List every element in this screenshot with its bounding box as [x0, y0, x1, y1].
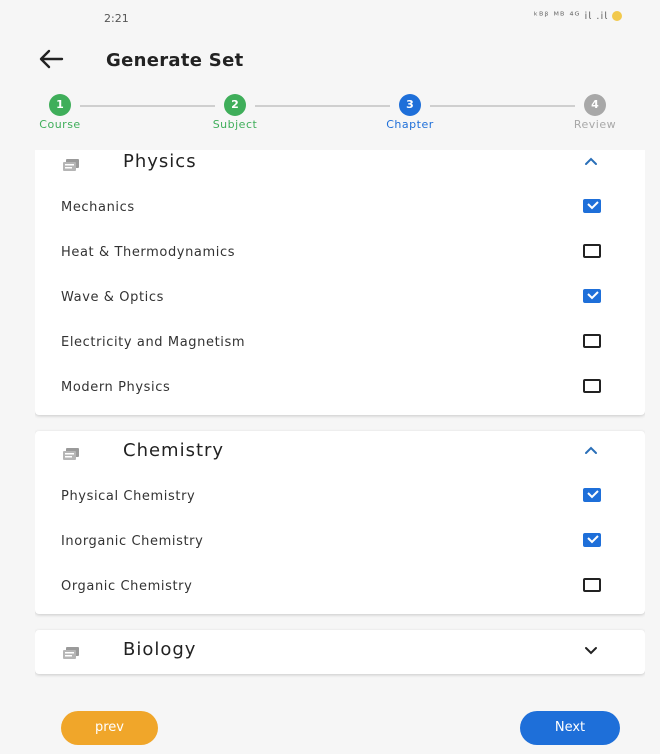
subject-header[interactable]: Physics: [35, 150, 645, 186]
book-icon: [63, 644, 79, 659]
chapter-checkbox[interactable]: [583, 578, 601, 592]
chapter-row[interactable]: Heat & Thermodynamics: [35, 231, 645, 276]
book-icon: [63, 156, 79, 171]
book-icon: [63, 445, 79, 460]
chapter-row[interactable]: Physical Chemistry: [35, 475, 645, 520]
subject-card-physics: Physics Mechanics Heat & Thermodynamics Wav…: [35, 150, 645, 415]
subject-card-biology: Biology: [35, 630, 645, 674]
chapter-label: Electricity and Magnetism: [61, 335, 246, 350]
step-label: Chapter: [386, 118, 434, 131]
chapter-label: Mechanics: [61, 200, 135, 215]
chapter-row[interactable]: Mechanics: [35, 186, 645, 231]
step-number: 3: [399, 94, 421, 116]
chapter-checkbox[interactable]: [583, 379, 601, 393]
step-number: 2: [224, 94, 246, 116]
chapter-checkbox[interactable]: [583, 199, 601, 213]
chapter-label: Organic Chemistry: [61, 579, 193, 594]
status-time: 2:21: [104, 12, 129, 25]
subject-list[interactable]: Physics Mechanics Heat & Thermodynamics Wav…: [35, 150, 645, 680]
chapter-checkbox[interactable]: [583, 289, 601, 303]
chapter-row[interactable]: Electricity and Magnetism: [35, 321, 645, 366]
step-4: 4 Review: [555, 90, 635, 131]
status-icons: ᵏᴮᵝ ᴹᴮ ⁴ᴳ 𝗂𝗅 .𝗂𝗅: [534, 11, 622, 22]
next-button[interactable]: Next: [520, 711, 620, 745]
status-bar: 2:21 ᵏᴮᵝ ᴹᴮ ⁴ᴳ 𝗂𝗅 .𝗂𝗅: [0, 0, 660, 40]
signal-icons: ᵏᴮᵝ ᴹᴮ ⁴ᴳ 𝗂𝗅 .𝗂𝗅: [533, 11, 608, 22]
prev-button[interactable]: prev: [61, 711, 158, 745]
chapter-label: Inorganic Chemistry: [61, 534, 204, 549]
subject-card-chemistry: Chemistry Physical Chemistry Inorganic Che…: [35, 431, 645, 614]
chevron-up-icon[interactable]: [581, 152, 601, 172]
subject-title: Biology: [123, 639, 197, 660]
step-3: 3 Chapter: [370, 90, 450, 131]
step-number: 4: [584, 94, 606, 116]
chapter-row[interactable]: Modern Physics: [35, 366, 645, 411]
chapter-label: Heat & Thermodynamics: [61, 245, 236, 260]
step-1: 1 Course: [20, 90, 100, 131]
page-title: Generate Set: [106, 50, 244, 71]
step-number: 1: [49, 94, 71, 116]
app-bar: Generate Set: [0, 40, 660, 80]
chapter-checkbox[interactable]: [583, 533, 601, 547]
step-label: Course: [39, 118, 81, 131]
subject-title: Physics: [123, 151, 197, 172]
step-connector: [430, 105, 575, 107]
chevron-up-icon[interactable]: [581, 441, 601, 461]
back-button[interactable]: [38, 48, 68, 72]
subject-title: Chemistry: [123, 440, 225, 461]
chapter-checkbox[interactable]: [583, 334, 601, 348]
chapter-checkbox[interactable]: [583, 244, 601, 258]
step-label: Subject: [212, 118, 258, 131]
chapter-checkbox[interactable]: [583, 488, 601, 502]
stepper: 1 Course 2 Subject 3 Chapter 4 Review: [30, 90, 650, 140]
chevron-down-icon[interactable]: [581, 640, 601, 660]
subject-header[interactable]: Chemistry: [35, 431, 645, 475]
battery-icon: [612, 11, 622, 21]
arrow-left-icon: [39, 49, 64, 69]
chapter-row[interactable]: Inorganic Chemistry: [35, 520, 645, 565]
subject-header[interactable]: Biology: [35, 630, 645, 674]
chapter-label: Physical Chemistry: [61, 489, 196, 504]
chapter-label: Modern Physics: [61, 380, 171, 395]
chapter-label: Wave & Optics: [61, 290, 164, 305]
chapter-row[interactable]: Organic Chemistry: [35, 565, 645, 610]
chapter-row[interactable]: Wave & Optics: [35, 276, 645, 321]
step-2: 2 Subject: [195, 90, 275, 131]
step-label: Review: [573, 118, 617, 131]
